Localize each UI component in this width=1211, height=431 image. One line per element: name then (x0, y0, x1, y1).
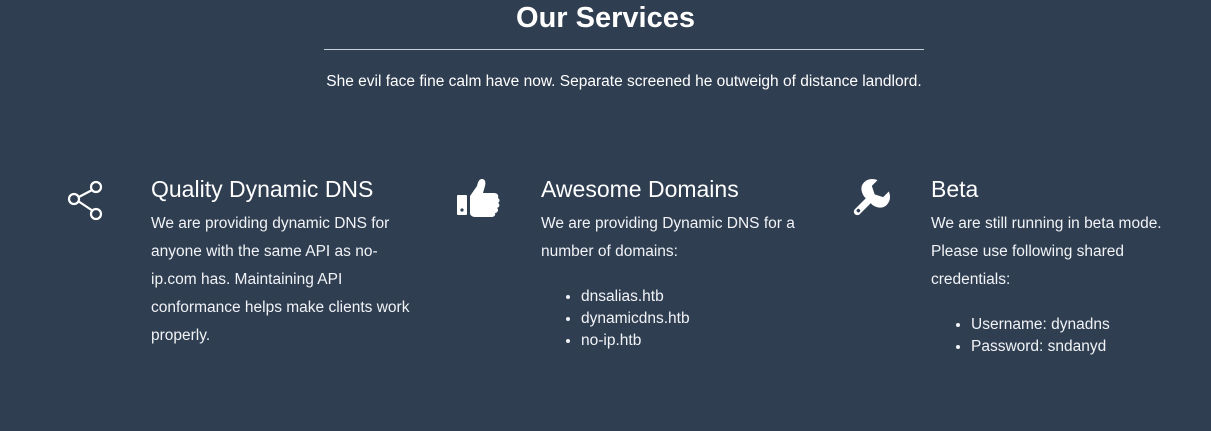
list-item: dynamicdns.htb (581, 308, 813, 330)
list-item: Password: sndanyd (971, 336, 1203, 358)
service-body: Beta We are still running in beta mode. … (931, 172, 1203, 358)
thumbs-up-icon (457, 178, 505, 226)
section-subtitle: She evil face fine calm have now. Separa… (326, 73, 922, 90)
section-title: Our Services (516, 2, 695, 34)
list-item: Username: dynadns (971, 314, 1203, 336)
credentials-list: Username: dynadns Password: sndanyd (931, 314, 1203, 358)
service-body: Quality Dynamic DNS We are providing dyn… (151, 172, 423, 350)
service-description: We are providing dynamic DNS for anyone … (151, 215, 410, 344)
title-divider (324, 49, 924, 50)
domain-list: dnsalias.htb dynamicdns.htb no-ip.htb (541, 286, 813, 352)
service-title: Beta (931, 176, 979, 202)
service-description: We are still running in beta mode. Pleas… (931, 215, 1162, 288)
list-item: no-ip.htb (581, 330, 813, 352)
wrench-icon (847, 178, 895, 226)
services-section: Our Services She evil face fine calm hav… (0, 0, 1211, 431)
service-title: Quality Dynamic DNS (151, 176, 374, 202)
list-item: dnsalias.htb (581, 286, 813, 308)
service-body: Awesome Domains We are providing Dynamic… (541, 172, 813, 352)
service-title: Awesome Domains (541, 176, 739, 202)
service-description: We are providing Dynamic DNS for a numbe… (541, 215, 795, 260)
share-icon (67, 178, 115, 226)
